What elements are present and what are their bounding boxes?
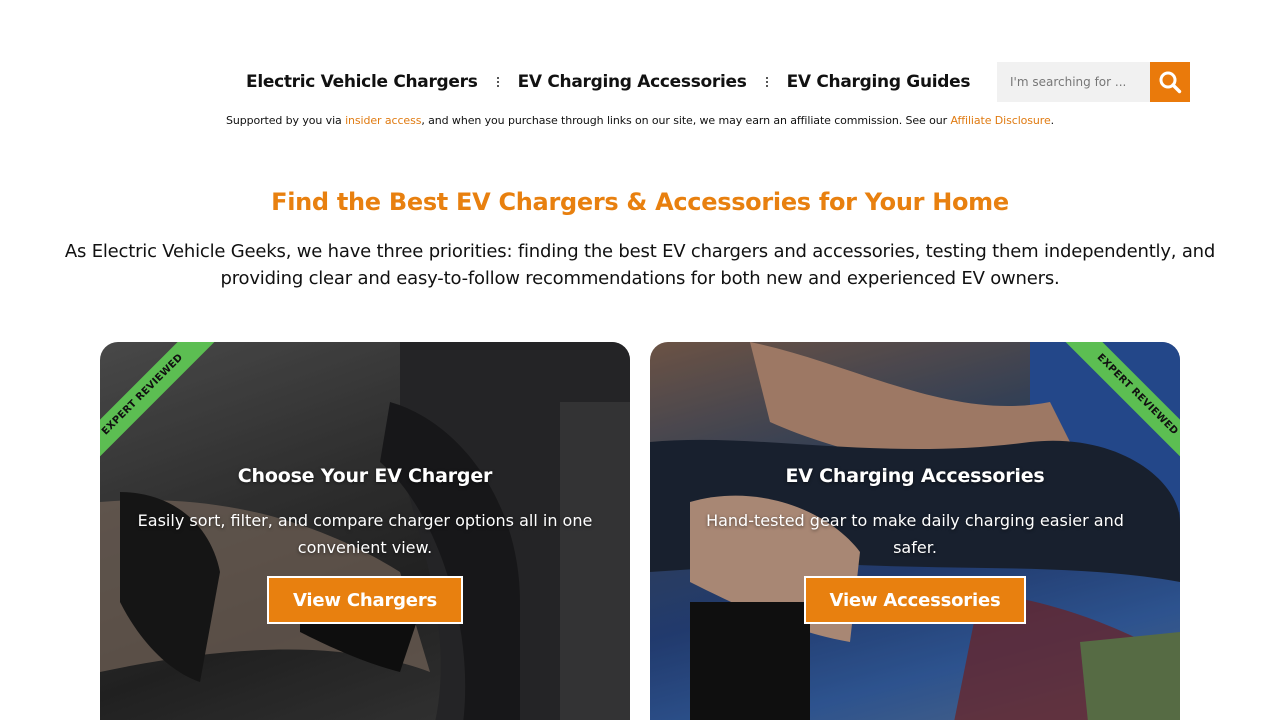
card-content: EV Charging Accessories Hand-tested gear…: [650, 462, 1180, 624]
affiliate-prefix: Supported by you via: [225, 114, 346, 127]
nav-separator: [496, 76, 499, 88]
nav-links: Electric Vehicle Chargers EV Charging Ac…: [246, 62, 971, 102]
main-nav: Electric Vehicle Chargers EV Charging Ac…: [0, 62, 1280, 102]
accessories-card: EXPERT REVIEWED EV Charging Accessories …: [650, 342, 1180, 720]
nav-link-ev-chargers[interactable]: Electric Vehicle Chargers: [246, 72, 478, 92]
search-icon: [1159, 71, 1182, 94]
nav-link-charging-guides[interactable]: EV Charging Guides: [787, 72, 971, 92]
search-button[interactable]: [1150, 62, 1190, 102]
card-description: Easily sort, filter, and compare charger…: [137, 511, 593, 557]
hero-text: As Electric Vehicle Geeks, we have three…: [64, 241, 1216, 289]
ribbon-container: EXPERT REVIEWED: [100, 342, 230, 472]
affiliate-notice: Supported by you via insider access, and…: [0, 114, 1280, 127]
expert-reviewed-ribbon: EXPERT REVIEWED: [1060, 342, 1180, 472]
affiliate-disclosure-link[interactable]: Affiliate Disclosure: [950, 114, 1050, 127]
search-input[interactable]: [997, 62, 1150, 102]
view-accessories-button[interactable]: View Accessories: [803, 576, 1027, 624]
card-content: Choose Your EV Charger Easily sort, filt…: [100, 462, 630, 624]
card-title: EV Charging Accessories: [785, 465, 1045, 487]
affiliate-middle: , and when you purchase through links on…: [421, 114, 951, 127]
hero-title: Find the Best EV Chargers & Accessories …: [271, 188, 1009, 216]
view-chargers-button[interactable]: View Chargers: [266, 576, 464, 624]
ribbon-container: EXPERT REVIEWED: [1050, 342, 1180, 472]
affiliate-suffix: .: [1050, 114, 1055, 127]
search-form: [997, 62, 1190, 102]
nav-link-charging-accessories[interactable]: EV Charging Accessories: [518, 72, 747, 92]
nav-separator: [765, 76, 768, 88]
expert-reviewed-ribbon: EXPERT REVIEWED: [100, 342, 220, 472]
charger-card: EXPERT REVIEWED Choose Your EV Charger E…: [100, 342, 630, 720]
card-description: Hand-tested gear to make daily charging …: [706, 511, 1124, 557]
insider-access-link[interactable]: insider access: [345, 114, 421, 127]
card-title: Choose Your EV Charger: [237, 465, 493, 487]
